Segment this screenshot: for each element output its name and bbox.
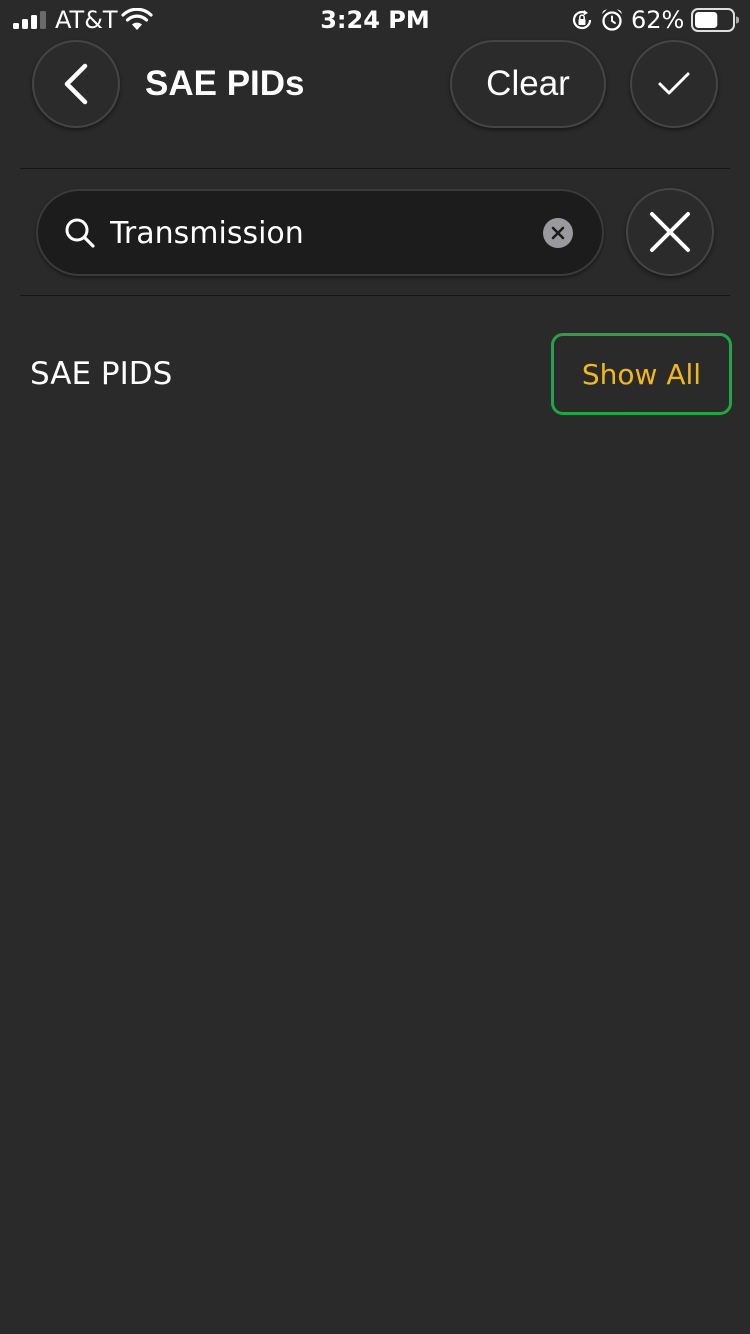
clear-x-glyph bbox=[551, 226, 565, 240]
alarm-icon bbox=[602, 9, 622, 31]
page-title: SAE PIDs bbox=[145, 64, 305, 103]
clear-circle-icon[interactable] bbox=[543, 218, 573, 248]
header-divider bbox=[20, 168, 730, 169]
search-input[interactable] bbox=[110, 209, 530, 257]
cancel-search-button[interactable] bbox=[626, 188, 714, 276]
battery-icon bbox=[691, 8, 739, 32]
search-field[interactable] bbox=[36, 189, 604, 276]
close-icon bbox=[650, 212, 690, 252]
section-label: SAE PIDS bbox=[30, 356, 173, 392]
screen: AT&T 3:24 PM 62% SAE PIDs Clear Transmis… bbox=[0, 0, 750, 1334]
search-icon bbox=[65, 218, 95, 248]
battery-percent: 62% bbox=[631, 6, 685, 34]
confirm-button[interactable] bbox=[630, 40, 718, 128]
show-all-button[interactable]: Show All bbox=[551, 333, 732, 415]
rotation-lock-icon bbox=[572, 10, 592, 30]
status-bar: AT&T 3:24 PM 62% bbox=[0, 0, 750, 40]
search-divider bbox=[20, 295, 730, 296]
chevron-left-icon bbox=[64, 63, 88, 105]
clear-button[interactable]: Clear bbox=[450, 40, 606, 128]
checkmark-icon bbox=[658, 72, 690, 95]
back-button[interactable] bbox=[32, 40, 120, 128]
